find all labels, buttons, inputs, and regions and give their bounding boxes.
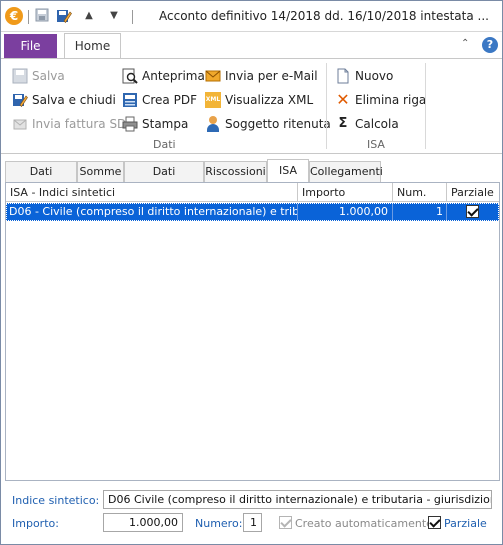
invia-email-button[interactable]: Invia per e-Mail — [205, 66, 318, 86]
elimina-riga-button[interactable]: ✕ Elimina riga — [335, 90, 426, 110]
home-tab[interactable]: Home — [64, 33, 121, 59]
send-sdi-icon — [12, 116, 28, 132]
sigma-icon: Σ — [338, 116, 348, 131]
table-row[interactable]: D06 - Civile (compreso il diritto intern… — [6, 203, 499, 221]
nuovo-label: Nuovo — [355, 69, 394, 83]
group-separator — [425, 63, 426, 149]
pdf-icon — [122, 92, 138, 108]
save-icon — [12, 68, 28, 84]
nuovo-button[interactable]: Nuovo — [335, 66, 393, 86]
visualizza-xml-label: Visualizza XML — [225, 93, 314, 107]
printer-icon — [122, 116, 138, 132]
help-icon[interactable]: ? — [482, 37, 498, 53]
preview-icon — [122, 68, 138, 84]
indice-sintetico-label: Indice sintetico: — [12, 494, 100, 507]
ribbon-tabs: File Home ⌃ ? — [1, 32, 502, 59]
visualizza-xml-button[interactable]: XML Visualizza XML — [205, 90, 313, 110]
quick-access-separator — [28, 10, 29, 24]
isa-grid: ISA - Indici sintetici Importo Num. Parz… — [5, 182, 500, 481]
stampa-button[interactable]: Stampa — [122, 114, 188, 134]
tab-dati-aggiuntivi[interactable]: Dati aggiuntivi — [124, 161, 204, 197]
quick-access-separator — [132, 10, 133, 24]
tab-isa[interactable]: ISA — [267, 159, 309, 182]
stampa-label: Stampa — [142, 117, 189, 131]
collapse-ribbon-icon[interactable]: ⌃ — [461, 38, 469, 49]
column-header-isa[interactable]: ISA - Indici sintetici — [6, 183, 298, 202]
euro-app-icon[interactable]: € — [5, 7, 23, 25]
tab-somme[interactable]: Somme — [77, 161, 124, 182]
save-close-icon — [12, 92, 28, 108]
crea-pdf-label: Crea PDF — [142, 93, 197, 107]
salva-button[interactable]: Salva — [12, 66, 65, 86]
title-bar: € ▲ ▼ Acconto definitivo 14/2018 dd. 16/… — [1, 1, 502, 32]
creato-automaticamente-label: Creato automaticamente — [295, 517, 433, 530]
parziale-checkbox[interactable] — [428, 516, 441, 529]
indice-sintetico-field[interactable]: D06 Civile (compreso il diritto internaz… — [103, 490, 492, 509]
invia-fattura-sdi-button[interactable]: Invia fattura SDI — [12, 114, 130, 134]
grid-header: ISA - Indici sintetici Importo Num. Parz… — [6, 183, 499, 202]
isa-group-label: ISA — [367, 138, 385, 151]
save-icon[interactable] — [34, 8, 50, 24]
window-title: Acconto definitivo 14/2018 dd. 16/10/201… — [159, 9, 489, 23]
anteprima-button[interactable]: Anteprima — [122, 66, 205, 86]
file-tab[interactable]: File — [4, 34, 57, 58]
column-header-num[interactable]: Num. — [393, 183, 447, 202]
move-up-icon[interactable]: ▲ — [81, 8, 97, 24]
salva-label: Salva — [32, 69, 65, 83]
tab-dati-generali[interactable]: Dati generali — [5, 161, 77, 197]
page-tabs: Dati generali Somme Dati aggiuntivi Risc… — [5, 159, 500, 197]
cell-indice: D06 - Civile (compreso il diritto intern… — [9, 204, 298, 220]
cell-num: 1 — [393, 204, 447, 220]
tab-collegamenti[interactable]: Collegamenti — [309, 161, 383, 182]
move-down-icon[interactable]: ▼ — [106, 8, 122, 24]
elimina-riga-label: Elimina riga — [355, 93, 427, 107]
crea-pdf-button[interactable]: Crea PDF — [122, 90, 197, 110]
calcola-label: Calcola — [355, 117, 399, 131]
delete-icon: ✕ — [336, 90, 350, 109]
column-header-parziale[interactable]: Parziale — [447, 183, 499, 202]
numero-label: Numero: — [195, 517, 243, 530]
importo-field[interactable]: 1.000,00 — [103, 513, 183, 532]
salva-e-chiudi-button[interactable]: Salva e chiudi — [12, 90, 116, 110]
xml-icon: XML — [205, 92, 221, 108]
soggetto-ritenuta-label: Soggetto ritenuta — [225, 117, 331, 131]
tab-riscossioni[interactable]: Riscossioni — [204, 161, 267, 182]
numero-field[interactable]: 1 — [243, 513, 262, 532]
column-header-importo[interactable]: Importo — [298, 183, 393, 202]
edit-icon[interactable] — [56, 8, 72, 24]
application-window: € ▲ ▼ Acconto definitivo 14/2018 dd. 16/… — [0, 0, 503, 545]
creato-automaticamente-checkbox[interactable] — [279, 516, 292, 529]
new-document-icon — [335, 68, 351, 84]
importo-label: Importo: — [12, 517, 59, 530]
person-icon — [205, 116, 221, 132]
ribbon-panel: Salva Salva e chiudi Invia fattura SDI A… — [1, 58, 502, 154]
cell-importo: 1.000,00 — [298, 204, 393, 220]
cell-parziale — [447, 204, 498, 220]
invia-email-label: Invia per e-Mail — [225, 69, 318, 83]
dati-group-label: Dati — [153, 138, 176, 151]
soggetto-ritenuta-button[interactable]: Soggetto ritenuta — [205, 114, 331, 134]
salva-e-chiudi-label: Salva e chiudi — [32, 93, 116, 107]
calcola-button[interactable]: Σ Calcola — [335, 114, 399, 134]
parziale-label: Parziale — [444, 517, 487, 530]
group-separator — [326, 63, 327, 149]
email-icon — [205, 68, 221, 84]
invia-fattura-sdi-label: Invia fattura SDI — [32, 117, 130, 131]
anteprima-label: Anteprima — [142, 69, 205, 83]
row-parziale-checkbox[interactable] — [466, 205, 479, 218]
